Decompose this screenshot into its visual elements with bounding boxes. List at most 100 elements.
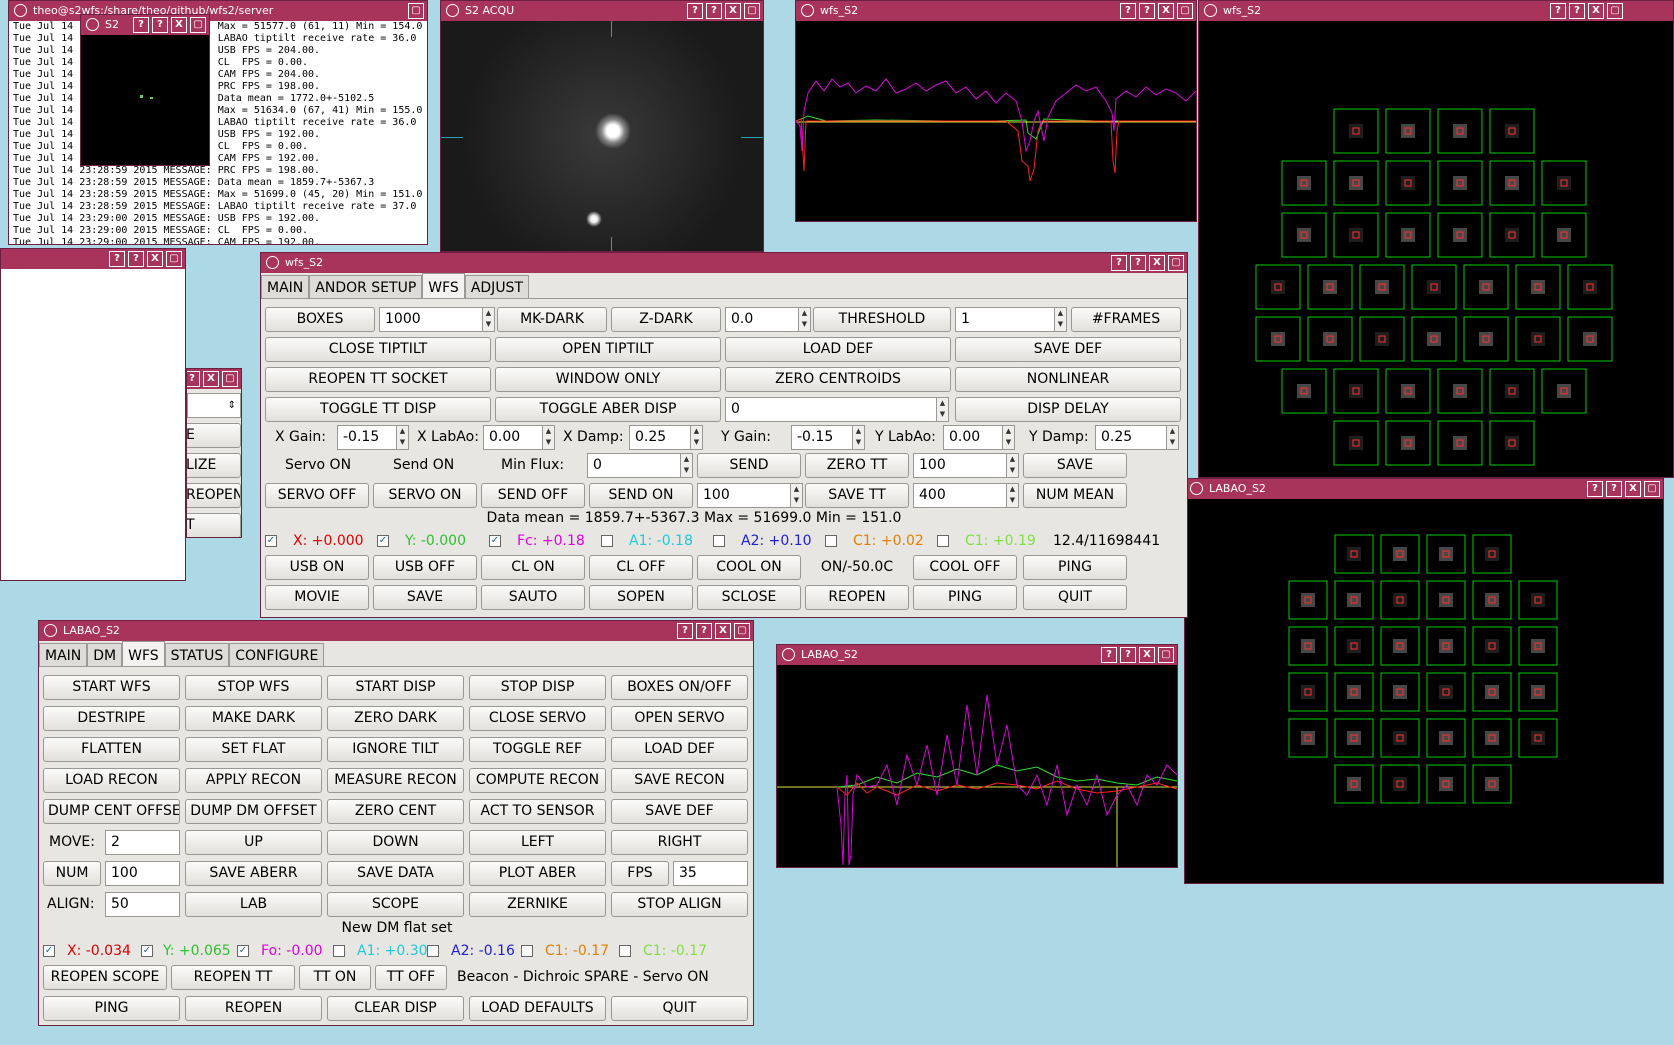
x-labao-input[interactable]: 0.00 [483, 425, 543, 450]
boxes-spinner[interactable]: ▲ ▼ [482, 307, 495, 332]
x-damp-spinner[interactable]: ▲ ▼ [690, 425, 703, 450]
stop-wfs-button[interactable]: STOP WFS [185, 675, 322, 700]
threshold-input[interactable]: 1 [955, 307, 1055, 332]
partial-titlebar[interactable]: ? X ▢ [187, 369, 241, 389]
quit-button[interactable]: QUIT [611, 996, 748, 1021]
help-icon[interactable]: ? [152, 17, 168, 33]
save-data-button[interactable]: SAVE DATA [327, 861, 464, 886]
help-icon[interactable]: ? [109, 251, 125, 267]
zernike-button[interactable]: ZERNIKE [469, 892, 606, 917]
wfs-control-titlebar[interactable]: wfs_S2?? X ▢ [261, 253, 1187, 273]
y-damp-input[interactable]: 0.25 [1095, 425, 1167, 450]
menu-icon[interactable]: ▢ [1607, 3, 1623, 19]
reopen-scope-button[interactable]: REOPEN SCOPE [43, 965, 167, 990]
tab-main[interactable]: MAIN [39, 643, 88, 666]
start-disp-button[interactable]: START DISP [327, 675, 464, 700]
help-icon[interactable]: ? [1550, 3, 1566, 19]
zero-tt-input[interactable]: 100 [913, 453, 1007, 478]
blank-window-titlebar[interactable]: ?? X ▢ [1, 249, 185, 269]
help-icon[interactable]: ? [1606, 481, 1622, 497]
terminal-titlebar[interactable]: theo@s2wfs:/share/theo/github/wfs2/serve… [9, 1, 427, 21]
acqu-titlebar[interactable]: S2 ACQU?? X ▢ [441, 1, 763, 21]
menu-icon[interactable]: ▢ [1644, 481, 1660, 497]
toggle-tt-disp-button[interactable]: TOGGLE TT DISP [265, 397, 491, 422]
tab-status[interactable]: STATUS [164, 643, 230, 666]
send-button[interactable]: SEND [697, 453, 801, 478]
up-button[interactable]: UP [185, 830, 322, 855]
a1-checkbox[interactable] [333, 945, 345, 957]
z-dark-button[interactable]: Z-DARK [611, 307, 721, 332]
num-mean-button[interactable]: NUM MEAN [1023, 483, 1127, 508]
help-icon[interactable]: ? [1120, 3, 1136, 19]
c1-checkbox[interactable] [825, 535, 837, 547]
nonlinear-button[interactable]: NONLINEAR [955, 367, 1181, 392]
menu-icon[interactable]: ▢ [1158, 647, 1174, 663]
close-icon[interactable]: X [725, 3, 741, 19]
stop-disp-button[interactable]: STOP DISP [469, 675, 606, 700]
y-damp-spinner[interactable]: ▲ ▼ [1166, 425, 1179, 450]
mk-dark-button[interactable]: MK-DARK [497, 307, 607, 332]
reopen-tt-socket-button[interactable]: REOPEN TT SOCKET [265, 367, 491, 392]
lab-button[interactable]: LAB [185, 892, 322, 917]
c1b-checkbox[interactable] [619, 945, 631, 957]
cool-off-button[interactable]: COOL OFF [913, 555, 1017, 580]
close-icon[interactable]: X [171, 17, 187, 33]
save-aberr-button[interactable]: SAVE ABERR [185, 861, 322, 886]
help-icon[interactable]: ? [187, 371, 200, 387]
menu-icon[interactable]: ▢ [1177, 3, 1193, 19]
disp-delay-button[interactable]: DISP DELAY [955, 397, 1181, 422]
frames-button[interactable]: #FRAMES [1071, 307, 1181, 332]
usb-on-button[interactable]: USB ON [265, 555, 369, 580]
tab-dm[interactable]: DM [87, 643, 123, 666]
partial-button-2[interactable]: LIZE [187, 453, 241, 478]
toggle-aber-disp-button[interactable]: TOGGLE ABER DISP [495, 397, 721, 422]
start-wfs-button[interactable]: START WFS [43, 675, 180, 700]
send-off-button[interactable]: SEND OFF [481, 483, 585, 508]
reopen-button[interactable]: REOPEN [805, 585, 909, 610]
load-recon-button[interactable]: LOAD RECON [43, 768, 180, 793]
zero-centroids-button[interactable]: ZERO CENTROIDS [725, 367, 951, 392]
tt-off-button[interactable]: TT OFF [375, 965, 447, 990]
help-icon[interactable]: ? [128, 251, 144, 267]
fo-checkbox[interactable]: ✓ [237, 945, 249, 957]
save-movie-button[interactable]: SAVE [373, 585, 477, 610]
dump-cent-offset-button[interactable]: DUMP CENT OFFSET [43, 799, 180, 824]
apply-recon-button[interactable]: APPLY RECON [185, 768, 322, 793]
partial-button-3[interactable]: REOPEN [187, 483, 241, 508]
y-checkbox[interactable]: ✓ [141, 945, 153, 957]
load-def-button[interactable]: LOAD DEF [611, 737, 748, 762]
ping-button[interactable]: PING [43, 996, 180, 1021]
set-flat-button[interactable]: SET FLAT [185, 737, 322, 762]
ping-button[interactable]: PING [1023, 555, 1127, 580]
y-labao-input[interactable]: 0.00 [943, 425, 1003, 450]
s2-small-titlebar[interactable]: S2?? X ▢ [81, 15, 209, 35]
min-flux-input[interactable]: 0 [587, 453, 681, 478]
send-on-button[interactable]: SEND ON [589, 483, 693, 508]
quit-button[interactable]: QUIT [1023, 585, 1127, 610]
x-damp-input[interactable]: 0.25 [629, 425, 691, 450]
a2-checkbox[interactable] [427, 945, 439, 957]
reopen-button[interactable]: REOPEN [185, 996, 322, 1021]
movie-button[interactable]: MOVIE [265, 585, 369, 610]
toggle-ref-button[interactable]: TOGGLE REF [469, 737, 606, 762]
help-icon[interactable]: ? [1120, 647, 1136, 663]
dump-dm-offset-button[interactable]: DUMP DM OFFSET [185, 799, 322, 824]
ignore-tilt-button[interactable]: IGNORE TILT [327, 737, 464, 762]
menu-icon[interactable]: ▢ [222, 371, 238, 387]
plot-aber-button[interactable]: PLOT ABER [469, 861, 606, 886]
wfs-image-titlebar[interactable]: wfs_S2?? X ▢ [1199, 1, 1673, 21]
a1-checkbox[interactable] [601, 535, 613, 547]
help-icon[interactable]: ? [1111, 255, 1127, 271]
y-gain-input[interactable]: -0.15 [791, 425, 853, 450]
x-gain-input[interactable]: -0.15 [337, 425, 397, 450]
num-mean-input[interactable]: 400 [913, 483, 1007, 508]
fps-button[interactable]: FPS [611, 861, 669, 886]
y-gain-spinner[interactable]: ▲ ▼ [852, 425, 865, 450]
min-flux-spinner[interactable]: ▲ ▼ [680, 453, 693, 478]
partial-select[interactable]: ⇕ [187, 393, 241, 418]
close-icon[interactable]: X [203, 371, 219, 387]
tt-on-button[interactable]: TT ON [299, 965, 371, 990]
tab-andor-setup[interactable]: ANDOR SETUP [309, 275, 423, 298]
help-icon[interactable]: ? [1130, 255, 1146, 271]
tab-configure[interactable]: CONFIGURE [229, 643, 325, 666]
